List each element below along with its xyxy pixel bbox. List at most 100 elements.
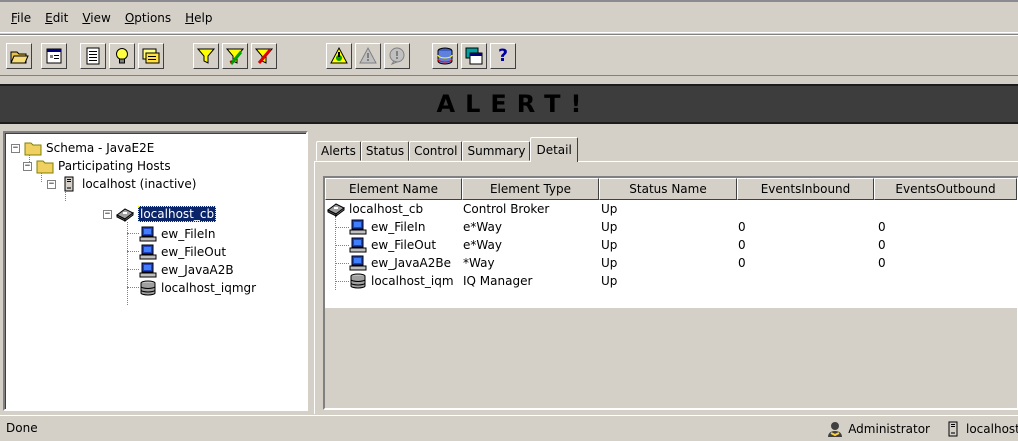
properties-button[interactable] <box>41 43 67 69</box>
lightbulb-button[interactable] <box>109 43 135 69</box>
open-button[interactable] <box>6 43 32 69</box>
cell-element-type: e*Way <box>463 236 600 254</box>
collapse-toggle[interactable]: − <box>11 143 20 153</box>
column-header-events-inbound[interactable]: EventsInbound <box>737 178 874 200</box>
menu-help-label: elp <box>194 10 213 25</box>
filter-button[interactable] <box>193 43 219 69</box>
tree-node-ew-javaa2b[interactable]: ew_JavaA2B <box>139 261 234 279</box>
menu-options[interactable]: Options <box>118 11 178 25</box>
lightbulb-icon <box>116 48 128 64</box>
schema-tree: − Schema - JavaE2E − Participating Hosts… <box>5 133 306 409</box>
column-header-events-outbound[interactable]: EventsOutbound <box>874 178 1017 200</box>
cell-text: Up <box>601 274 618 288</box>
filter-edit-icon <box>225 48 245 65</box>
computer-icon <box>349 237 367 253</box>
cell-status-name: Up <box>601 218 738 236</box>
tab-summary-label: Summary <box>467 144 526 158</box>
tree-connector <box>127 287 139 288</box>
menu-bar: File Edit View Options Help <box>0 3 1018 33</box>
cell-text: 0 <box>878 238 886 252</box>
tab-strip: Alerts Status Control Summary Detail <box>316 137 578 162</box>
cell-events-outbound <box>878 200 1015 218</box>
tab-status[interactable]: Status <box>360 141 410 161</box>
tree-node-iqmgr[interactable]: localhost_iqmgr <box>139 279 256 297</box>
alert-bubble-button[interactable] <box>384 43 410 69</box>
cell-text: localhost_iqm <box>371 274 454 288</box>
collapse-toggle[interactable]: − <box>103 209 112 219</box>
help-button[interactable]: ? <box>490 43 516 69</box>
tree-node-broker[interactable]: − localhost_cb <box>103 205 217 223</box>
menu-help[interactable]: Help <box>178 11 219 25</box>
column-header-element-type[interactable]: Element Type <box>462 178 599 200</box>
cell-element-name: ew_FileIn <box>349 218 463 236</box>
tree-node-ew-fileout[interactable]: ew_FileOut <box>139 243 226 261</box>
column-header-status-name[interactable]: Status Name <box>599 178 737 200</box>
server-icon <box>60 176 78 192</box>
cell-element-type: Control Broker <box>463 200 600 218</box>
table-body: localhost_cb Control Broker Up ew_FileIn… <box>325 200 1017 308</box>
status-user: Administrator <box>848 422 930 436</box>
cell-text: 0 <box>738 220 746 234</box>
tree-node-schema[interactable]: − Schema - JavaE2E <box>11 139 154 157</box>
filter-edit-button[interactable] <box>222 43 248 69</box>
tree-node-participating-hosts[interactable]: − Participating Hosts <box>23 157 171 175</box>
tab-control[interactable]: Control <box>409 141 463 161</box>
cell-text: Up <box>601 220 618 234</box>
table-row[interactable]: localhost_iqm IQ Manager Up <box>325 272 1017 290</box>
table-row[interactable]: ew_FileOut e*Way Up 0 0 <box>325 236 1017 254</box>
filter-icon <box>196 48 216 64</box>
cell-status-name: Up <box>601 200 738 218</box>
table-header: Element Name Element Type Status Name Ev… <box>325 178 1017 200</box>
properties-icon <box>46 48 62 64</box>
notes-icon <box>142 48 160 64</box>
window-icon <box>465 47 483 65</box>
notepad-button[interactable] <box>80 43 106 69</box>
table-row[interactable]: ew_FileIn e*Way Up 0 0 <box>325 218 1017 236</box>
tree-label-iqmgr: localhost_iqmgr <box>161 281 257 295</box>
tab-control-label: Control <box>414 144 458 158</box>
database-button[interactable] <box>432 43 458 69</box>
tree-label-broker: localhost_cb <box>138 206 217 222</box>
iq-manager-icon <box>349 273 367 289</box>
tree-label-host: localhost (inactive) <box>82 177 197 191</box>
control-broker-icon <box>327 201 345 217</box>
computer-icon <box>139 244 157 260</box>
cell-text: 0 <box>878 220 886 234</box>
filter-remove-icon <box>254 48 274 64</box>
tree-label-ew-fileout: ew_FileOut <box>161 245 227 259</box>
menu-file[interactable]: File <box>4 11 38 25</box>
notes-button[interactable] <box>138 43 164 69</box>
alert-warning-button[interactable] <box>326 43 352 69</box>
table-row[interactable]: ew_JavaA2Be *Way Up 0 0 <box>325 254 1017 272</box>
menu-view[interactable]: View <box>75 11 117 25</box>
tree-node-ew-filein[interactable]: ew_FileIn <box>139 225 215 243</box>
tab-summary[interactable]: Summary <box>462 141 531 161</box>
server-icon <box>944 421 962 437</box>
column-header-label: Status Name <box>629 182 707 196</box>
tree-node-host[interactable]: − localhost (inactive) <box>47 175 196 193</box>
window-button[interactable] <box>461 43 487 69</box>
menu-options-label: ptions <box>134 10 172 25</box>
menu-edit[interactable]: Edit <box>38 11 75 25</box>
alert-gray-button[interactable] <box>355 43 381 69</box>
column-header-label: Element Name <box>349 182 438 196</box>
collapse-toggle[interactable]: − <box>47 179 56 189</box>
collapse-toggle[interactable]: − <box>23 161 32 171</box>
cell-text: ew_FileOut <box>371 238 437 252</box>
open-folder-icon <box>10 51 29 64</box>
column-header-label: EventsOutbound <box>895 182 996 196</box>
tab-alerts[interactable]: Alerts <box>316 141 361 161</box>
alert-banner-text: ALERT! <box>436 90 592 118</box>
cell-text: Control Broker <box>463 202 550 216</box>
column-header-element-name[interactable]: Element Name <box>325 178 462 200</box>
cell-element-name: localhost_cb <box>327 200 463 218</box>
status-host: localhost <box>966 422 1018 436</box>
tree-label-participating-hosts: Participating Hosts <box>58 159 171 173</box>
cell-text: ew_FileIn <box>371 220 426 234</box>
tab-detail[interactable]: Detail <box>530 137 578 162</box>
table-row[interactable]: localhost_cb Control Broker Up <box>325 200 1017 218</box>
computer-icon <box>139 226 157 242</box>
filter-remove-button[interactable] <box>251 43 277 69</box>
alert-banner: ALERT! <box>0 84 1018 124</box>
tab-alerts-label: Alerts <box>321 144 356 158</box>
